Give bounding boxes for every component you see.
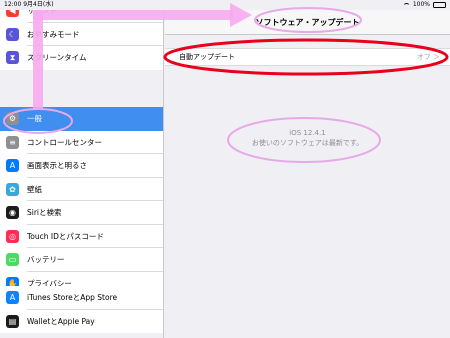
status-time: 12:00 xyxy=(4,1,22,8)
sidebar-item[interactable]: ◎ Touch IDとパスコード xyxy=(0,225,163,249)
sidebar-item-label: バッテリー xyxy=(27,255,65,265)
gear-icon: ⚙ xyxy=(6,112,19,126)
wifi-icon xyxy=(402,2,410,8)
sidebar-item[interactable]: ⚙ 一般 xyxy=(0,107,163,131)
sidebar-group-general: ⚙ 一般 ≡ コントロールセンター A 画面表示と明るさ ✿ 壁紙 ◉ Siriと検索 ◎ Touch… xyxy=(0,107,163,295)
auto-update-value: オフ ＞ xyxy=(416,53,440,61)
sidebar-item[interactable]: ◀ サウンド xyxy=(0,10,163,23)
sidebar-item[interactable]: ✿ 壁紙 xyxy=(0,178,163,202)
status-bar: 12:00 9月4日(水) 100% xyxy=(0,0,450,10)
wallpaper-icon: ✿ xyxy=(6,182,19,196)
up-to-date-message: お使いのソフトウェアは最新です。 xyxy=(251,139,364,147)
sidebar-group-stores: AiTunes StoreとApp Store ▤ WalletとApple Pay xyxy=(0,286,163,334)
display-icon: A xyxy=(6,159,19,173)
sidebar-item[interactable]: AiTunes StoreとApp Store xyxy=(0,286,163,310)
ios-version: iOS 12.4.1 xyxy=(289,129,326,137)
app-store-icon: A xyxy=(6,291,19,305)
moon-icon: ☾ xyxy=(6,27,19,41)
detail-nav-bar: ソフトウェア・アップデート xyxy=(165,10,450,35)
sidebar-item-label: 壁紙 xyxy=(27,184,42,194)
siri-icon: ◉ xyxy=(6,206,19,220)
sidebar-item[interactable]: ▭ バッテリー xyxy=(0,248,163,272)
hourglass-icon: ⧗ xyxy=(6,51,19,65)
status-time-date: 12:00 9月4日(水) xyxy=(4,0,54,10)
sidebar-item-label: 一般 xyxy=(27,114,42,124)
sidebar-item-label: Touch IDとパスコード xyxy=(27,231,104,241)
battery-icon xyxy=(433,2,446,8)
sidebar-item[interactable]: ☾ おやすみモード xyxy=(0,23,163,47)
sidebar-item[interactable]: ◉ Siriと検索 xyxy=(0,201,163,225)
sidebar-group-sound: ◀ サウンド ☾ おやすみモード ⧗ スクリーンタイム xyxy=(0,10,163,70)
status-date: 9月4日(水) xyxy=(23,1,54,8)
page-title: ソフトウェア・アップデート xyxy=(255,17,360,27)
sidebar-item-label: サウンド xyxy=(27,10,57,16)
sidebar-item-label: スクリーンタイム xyxy=(27,53,87,63)
sidebar-item-label: おやすみモード xyxy=(27,29,80,39)
sidebar-item[interactable]: ≡ コントロールセンター xyxy=(0,131,163,155)
auto-update-row[interactable]: 自動アップデート オフ ＞ xyxy=(165,48,450,66)
settings-sidebar: ◀ サウンド ☾ おやすみモード ⧗ スクリーンタイム ⚙ 一般 ≡ コントロールセンター A 画面… xyxy=(0,10,164,338)
sidebar-item-label: Siriと検索 xyxy=(27,208,62,218)
switches-icon: ≡ xyxy=(6,135,19,149)
status-right: 100% xyxy=(402,0,446,10)
sidebar-item[interactable]: A 画面表示と明るさ xyxy=(0,154,163,178)
fingerprint-icon: ◎ xyxy=(6,229,19,243)
wallet-icon: ▤ xyxy=(6,314,19,328)
sidebar-item-label: iTunes StoreとApp Store xyxy=(27,293,118,303)
sidebar-item-label: WalletとApple Pay xyxy=(27,316,95,326)
sidebar-item[interactable]: ⧗ スクリーンタイム xyxy=(0,46,163,70)
version-info: iOS 12.4.1 お使いのソフトウェアは最新です。 xyxy=(165,128,450,148)
speaker-icon: ◀ xyxy=(6,10,19,18)
auto-update-label: 自動アップデート xyxy=(179,53,235,61)
sidebar-item-label: コントロールセンター xyxy=(27,137,102,147)
sidebar-item[interactable]: ▤ WalletとApple Pay xyxy=(0,310,163,334)
battery-percent: 100% xyxy=(412,1,430,8)
sidebar-item-label: 画面表示と明るさ xyxy=(27,161,87,171)
battery-icon: ▭ xyxy=(6,253,19,267)
